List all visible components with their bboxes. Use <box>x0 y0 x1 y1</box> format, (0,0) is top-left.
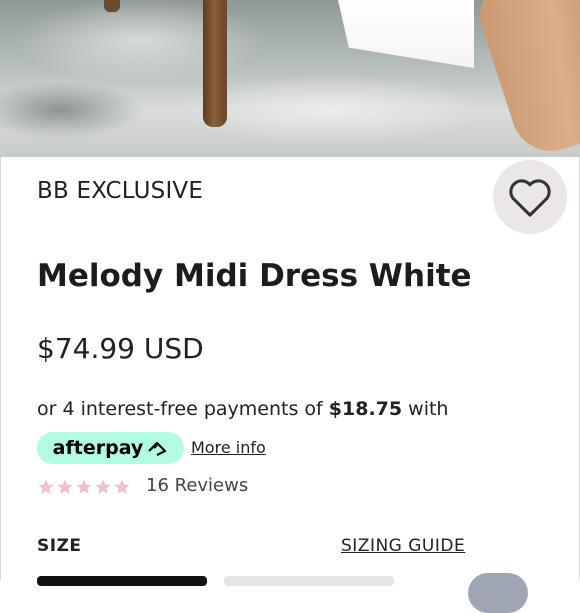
afterpay-label: afterpay <box>52 437 144 459</box>
product-title: Melody Midi Dress White <box>37 258 472 294</box>
size-option-button[interactable] <box>37 576 207 586</box>
star-icon <box>114 479 130 494</box>
product-details-panel <box>0 157 580 580</box>
star-icon <box>76 479 92 494</box>
reviews-count[interactable]: 16 Reviews <box>146 475 248 496</box>
heart-icon <box>509 179 551 217</box>
product-image[interactable] <box>0 0 580 157</box>
star-icon <box>38 479 54 494</box>
afterpay-logo-icon <box>148 441 167 456</box>
model-leg-detail <box>470 0 580 157</box>
chair-leg-detail <box>203 0 227 127</box>
star-icon <box>95 479 111 494</box>
installment-text: or 4 interest-free payments of $18.75 wi… <box>37 398 448 420</box>
installment-amount: $18.75 <box>328 398 403 420</box>
star-icon <box>57 479 73 494</box>
size-option-button[interactable] <box>224 576 394 586</box>
afterpay-badge[interactable]: afterpay <box>37 432 184 464</box>
dress-hem-detail <box>338 0 474 68</box>
more-info-link[interactable]: More info <box>191 438 266 457</box>
rating-stars[interactable] <box>37 478 131 496</box>
chat-button[interactable] <box>468 573 528 613</box>
installment-prefix: or 4 interest-free payments of <box>37 398 329 420</box>
size-label: SIZE <box>37 536 82 556</box>
brand-label: BB EXCLUSIVE <box>37 178 204 204</box>
wishlist-button[interactable] <box>493 160 567 234</box>
chair-leg-detail <box>104 0 120 12</box>
sizing-guide-link[interactable]: SIZING GUIDE <box>341 536 465 556</box>
product-price: $74.99 USD <box>37 332 204 365</box>
installment-suffix: with <box>402 398 449 420</box>
